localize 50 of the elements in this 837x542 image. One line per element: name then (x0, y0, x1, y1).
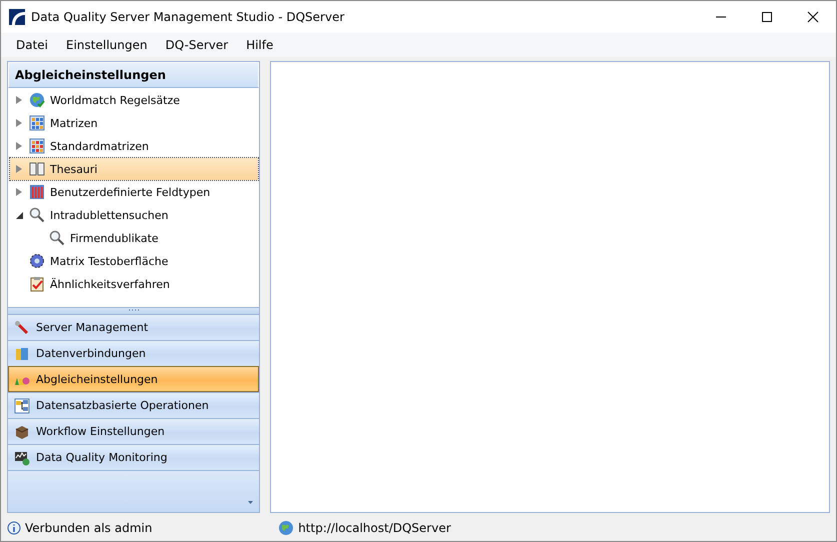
search-icon (49, 230, 65, 246)
nav-button[interactable]: Abgleicheinstellungen (8, 366, 259, 392)
tree-item[interactable]: Standardmatrizen (10, 135, 258, 157)
status-user: Verbunden als admin (25, 521, 152, 535)
expand-icon[interactable] (14, 95, 24, 105)
nav-button[interactable]: Datensatzbasierte Operationen (8, 392, 259, 418)
wrench-icon (14, 320, 30, 336)
columns-icon (29, 184, 45, 200)
expand-icon[interactable] (14, 164, 24, 174)
box-icon (14, 424, 30, 440)
nav-button[interactable]: Data Quality Monitoring (8, 444, 259, 470)
tree-item[interactable]: Benutzerdefinierte Feldtypen (10, 181, 258, 203)
panel-title: Abgleicheinstellungen (8, 62, 259, 88)
tree-item[interactable]: Matrizen (10, 112, 258, 134)
monitor-icon (14, 450, 30, 466)
menu-item[interactable]: Datei (7, 38, 58, 52)
menu-item[interactable]: Hilfe (237, 38, 282, 52)
caret-icon[interactable] (248, 501, 253, 504)
nav-button[interactable]: Workflow Einstellungen (8, 418, 259, 444)
window-title: Data Quality Server Management Studio - DQServer (31, 10, 346, 24)
expand-icon[interactable] (14, 141, 24, 151)
globe-icon (29, 92, 45, 108)
expand-icon[interactable] (14, 187, 24, 197)
nav-button[interactable]: Datenverbindungen (8, 340, 259, 366)
maximize-icon[interactable] (761, 11, 773, 23)
tree-item[interactable]: Intradublettensuchen (10, 204, 258, 226)
gear-icon (29, 253, 45, 269)
expand-icon[interactable] (14, 118, 24, 128)
status-url: http://localhost/DQServer (298, 521, 451, 535)
menu-item[interactable]: Einstellungen (57, 38, 156, 52)
collapse-icon[interactable] (14, 210, 24, 220)
grid-icon (29, 138, 45, 154)
diagram-icon (14, 398, 30, 414)
app-logo-icon (9, 9, 25, 25)
info-icon (7, 521, 21, 535)
tree-item[interactable]: Firmendublikate (30, 227, 258, 249)
search-icon (29, 207, 45, 223)
grid-icon (29, 115, 45, 131)
database-icon (14, 346, 30, 362)
globe-icon (278, 520, 294, 536)
close-icon[interactable] (807, 11, 819, 23)
tree-item[interactable]: Thesauri (10, 158, 258, 180)
menu-item[interactable]: DQ-Server (156, 38, 238, 52)
clipboard-icon (29, 276, 45, 292)
splitter-handle[interactable] (8, 307, 259, 314)
tree-item[interactable]: Ähnlichkeitsverfahren (10, 273, 258, 295)
nav-button[interactable]: Server Management (8, 314, 259, 340)
tree-item[interactable]: Matrix Testoberfläche (10, 250, 258, 272)
book-icon (29, 161, 45, 177)
tree-item[interactable]: Worldmatch Regelsätze (10, 89, 258, 111)
